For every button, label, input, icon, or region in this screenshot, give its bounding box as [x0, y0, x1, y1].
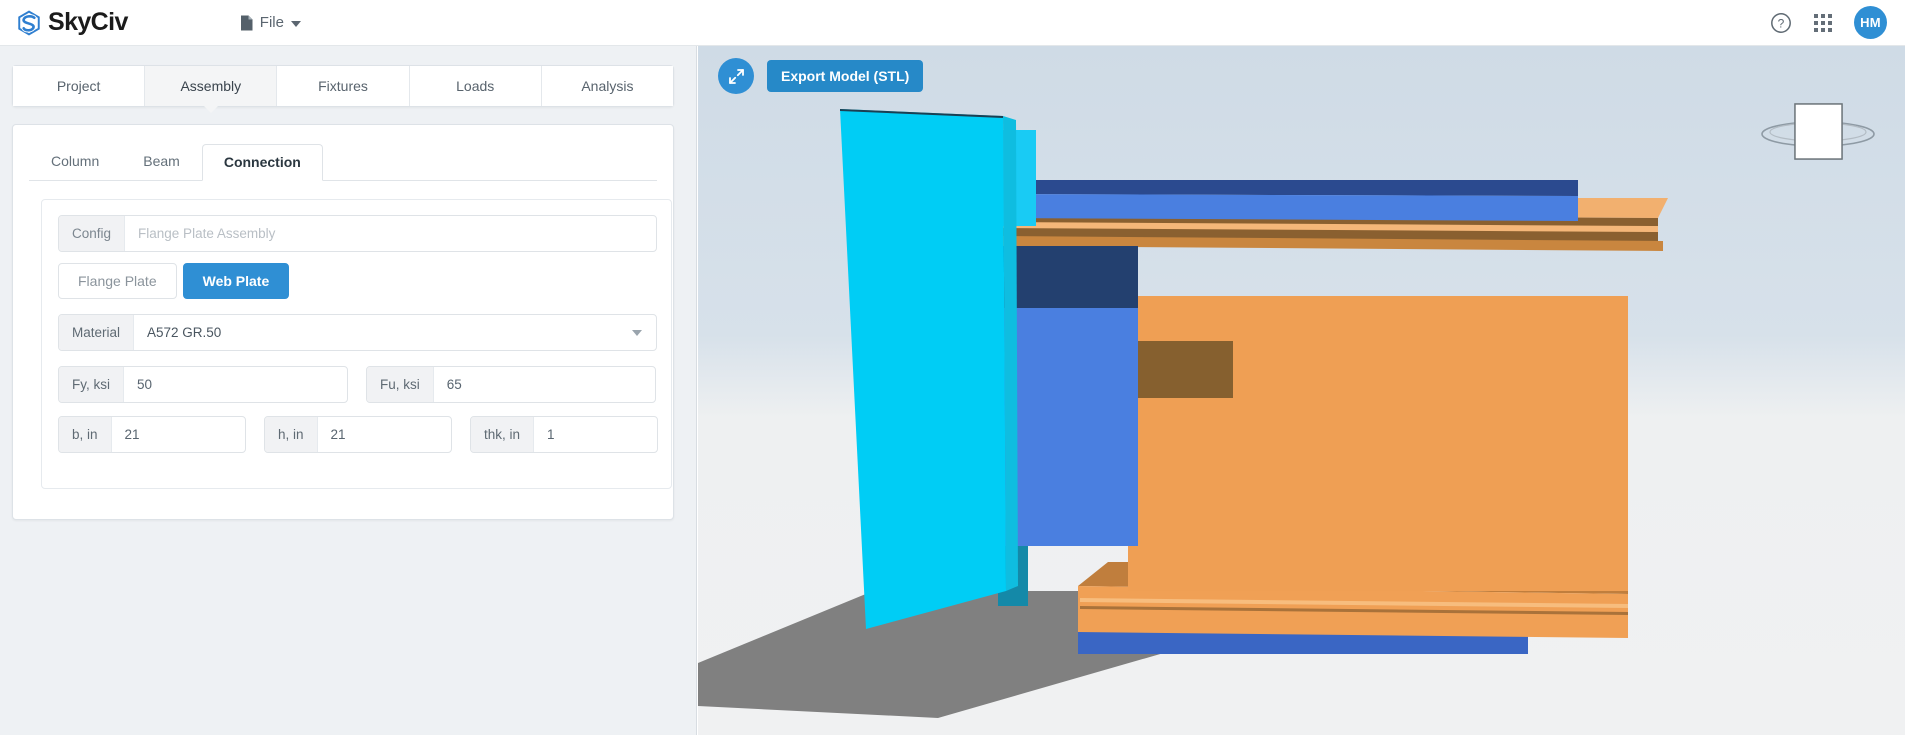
export-model-label: Export Model (STL) [781, 68, 910, 84]
sub-tab-connection[interactable]: Connection [201, 144, 323, 181]
h-label: h, in [265, 417, 318, 452]
sub-tab-column[interactable]: Column [29, 143, 121, 180]
h-input-group[interactable]: h, in 21 [264, 416, 452, 453]
sub-tab-connection-label: Connection [223, 154, 301, 171]
plate-type-toggle: Flange Plate Web Plate [58, 263, 290, 299]
thk-label: thk, in [471, 417, 535, 452]
left-panel: Project Assembly Fixtures Loads Analysis… [0, 46, 697, 735]
chevron-down-icon[interactable] [632, 315, 656, 350]
fy-input-group[interactable]: Fy, ksi 50 [58, 366, 348, 403]
grid-apps-icon[interactable] [1814, 13, 1832, 32]
fy-label: Fy, ksi [59, 367, 124, 402]
thk-input[interactable]: 1 [534, 417, 657, 452]
chevron-down-icon [290, 21, 301, 27]
fu-label: Fu, ksi [367, 367, 434, 402]
tab-analysis-label: Analysis [581, 78, 634, 94]
skyciv-logo-icon [18, 9, 40, 36]
top-bar: SkyCiv File ? HM [0, 0, 1905, 46]
flange-plate-button[interactable]: Flange Plate [58, 263, 177, 299]
tab-loads[interactable]: Loads [409, 66, 542, 106]
tab-loads-label: Loads [456, 78, 495, 94]
column-face [840, 109, 1006, 629]
fu-input-group[interactable]: Fu, ksi 65 [366, 366, 656, 403]
file-menu-button[interactable]: File [234, 10, 307, 35]
connection-form: Config Flange Plate Assembly Flange Plat… [41, 199, 672, 489]
config-label: Config [59, 216, 126, 251]
material-value: A572 GR.50 [147, 325, 222, 340]
sub-tab-beam-label: Beam [143, 153, 180, 170]
strength-field-row: Fy, ksi 50 Fu, ksi 65 [58, 366, 656, 403]
fy-input[interactable]: 50 [124, 367, 347, 402]
expand-arrows-icon [728, 68, 744, 84]
sub-tab-bar: Column Beam Connection [29, 141, 657, 181]
tab-analysis[interactable]: Analysis [541, 66, 674, 106]
dimension-field-row: b, in 21 h, in 21 thk, in 1 [58, 416, 658, 453]
fu-input[interactable]: 65 [434, 367, 655, 402]
file-icon [240, 15, 253, 30]
export-model-stl-button[interactable]: Export Model (STL) [767, 60, 924, 92]
svg-text:?: ? [1778, 16, 1785, 30]
steel-beam-column-connection-3d-model[interactable] [698, 46, 1905, 735]
config-input-group[interactable]: Config Flange Plate Assembly [58, 215, 657, 252]
flange-plate-label: Flange Plate [78, 273, 157, 289]
config-value: Flange Plate Assembly [138, 226, 276, 241]
assembly-panel-card: Column Beam Connection Config Flange Pla… [12, 124, 674, 520]
web-plate-button[interactable]: Web Plate [182, 263, 290, 299]
brand-logo[interactable]: SkyCiv [16, 10, 128, 36]
model-viewport[interactable]: Export Model (STL) [698, 46, 1905, 735]
tab-project-label: Project [56, 78, 101, 94]
web-plate-label: Web Plate [202, 273, 270, 289]
config-field-row: Config Flange Plate Assembly [58, 215, 657, 252]
top-bar-actions: ? HM [1770, 6, 1887, 39]
b-label: b, in [59, 417, 112, 452]
h-input[interactable]: 21 [318, 417, 451, 452]
tab-fixtures-label: Fixtures [318, 78, 368, 94]
tab-project[interactable]: Project [13, 66, 146, 106]
viewport-toolbar: Export Model (STL) [718, 58, 924, 94]
top-plate-face [990, 194, 1578, 221]
material-field-row: Material A572 GR.50 [58, 314, 657, 351]
material-label: Material [59, 315, 135, 350]
question-circle-icon[interactable]: ? [1770, 12, 1792, 34]
tab-fixtures[interactable]: Fixtures [277, 66, 410, 106]
view-cube-orbit-icon[interactable] [1753, 98, 1883, 168]
thk-input-group[interactable]: thk, in 1 [470, 416, 658, 453]
sub-tab-beam[interactable]: Beam [121, 143, 202, 180]
top-plate-edge [990, 180, 1578, 196]
beam-web-face [1128, 296, 1628, 591]
brand-name: SkyCiv [48, 8, 128, 36]
fullscreen-button[interactable] [718, 58, 754, 94]
tab-assembly[interactable]: Assembly [145, 66, 278, 113]
file-menu-label: File [259, 14, 284, 31]
b-input[interactable]: 21 [112, 417, 245, 452]
material-select[interactable]: Material A572 GR.50 [58, 314, 657, 351]
tab-assembly-label: Assembly [180, 78, 242, 94]
b-input-group[interactable]: b, in 21 [58, 416, 246, 453]
main-tab-bar: Project Assembly Fixtures Loads Analysis [12, 65, 674, 113]
avatar[interactable]: HM [1854, 6, 1887, 39]
sub-tab-column-label: Column [51, 153, 100, 170]
